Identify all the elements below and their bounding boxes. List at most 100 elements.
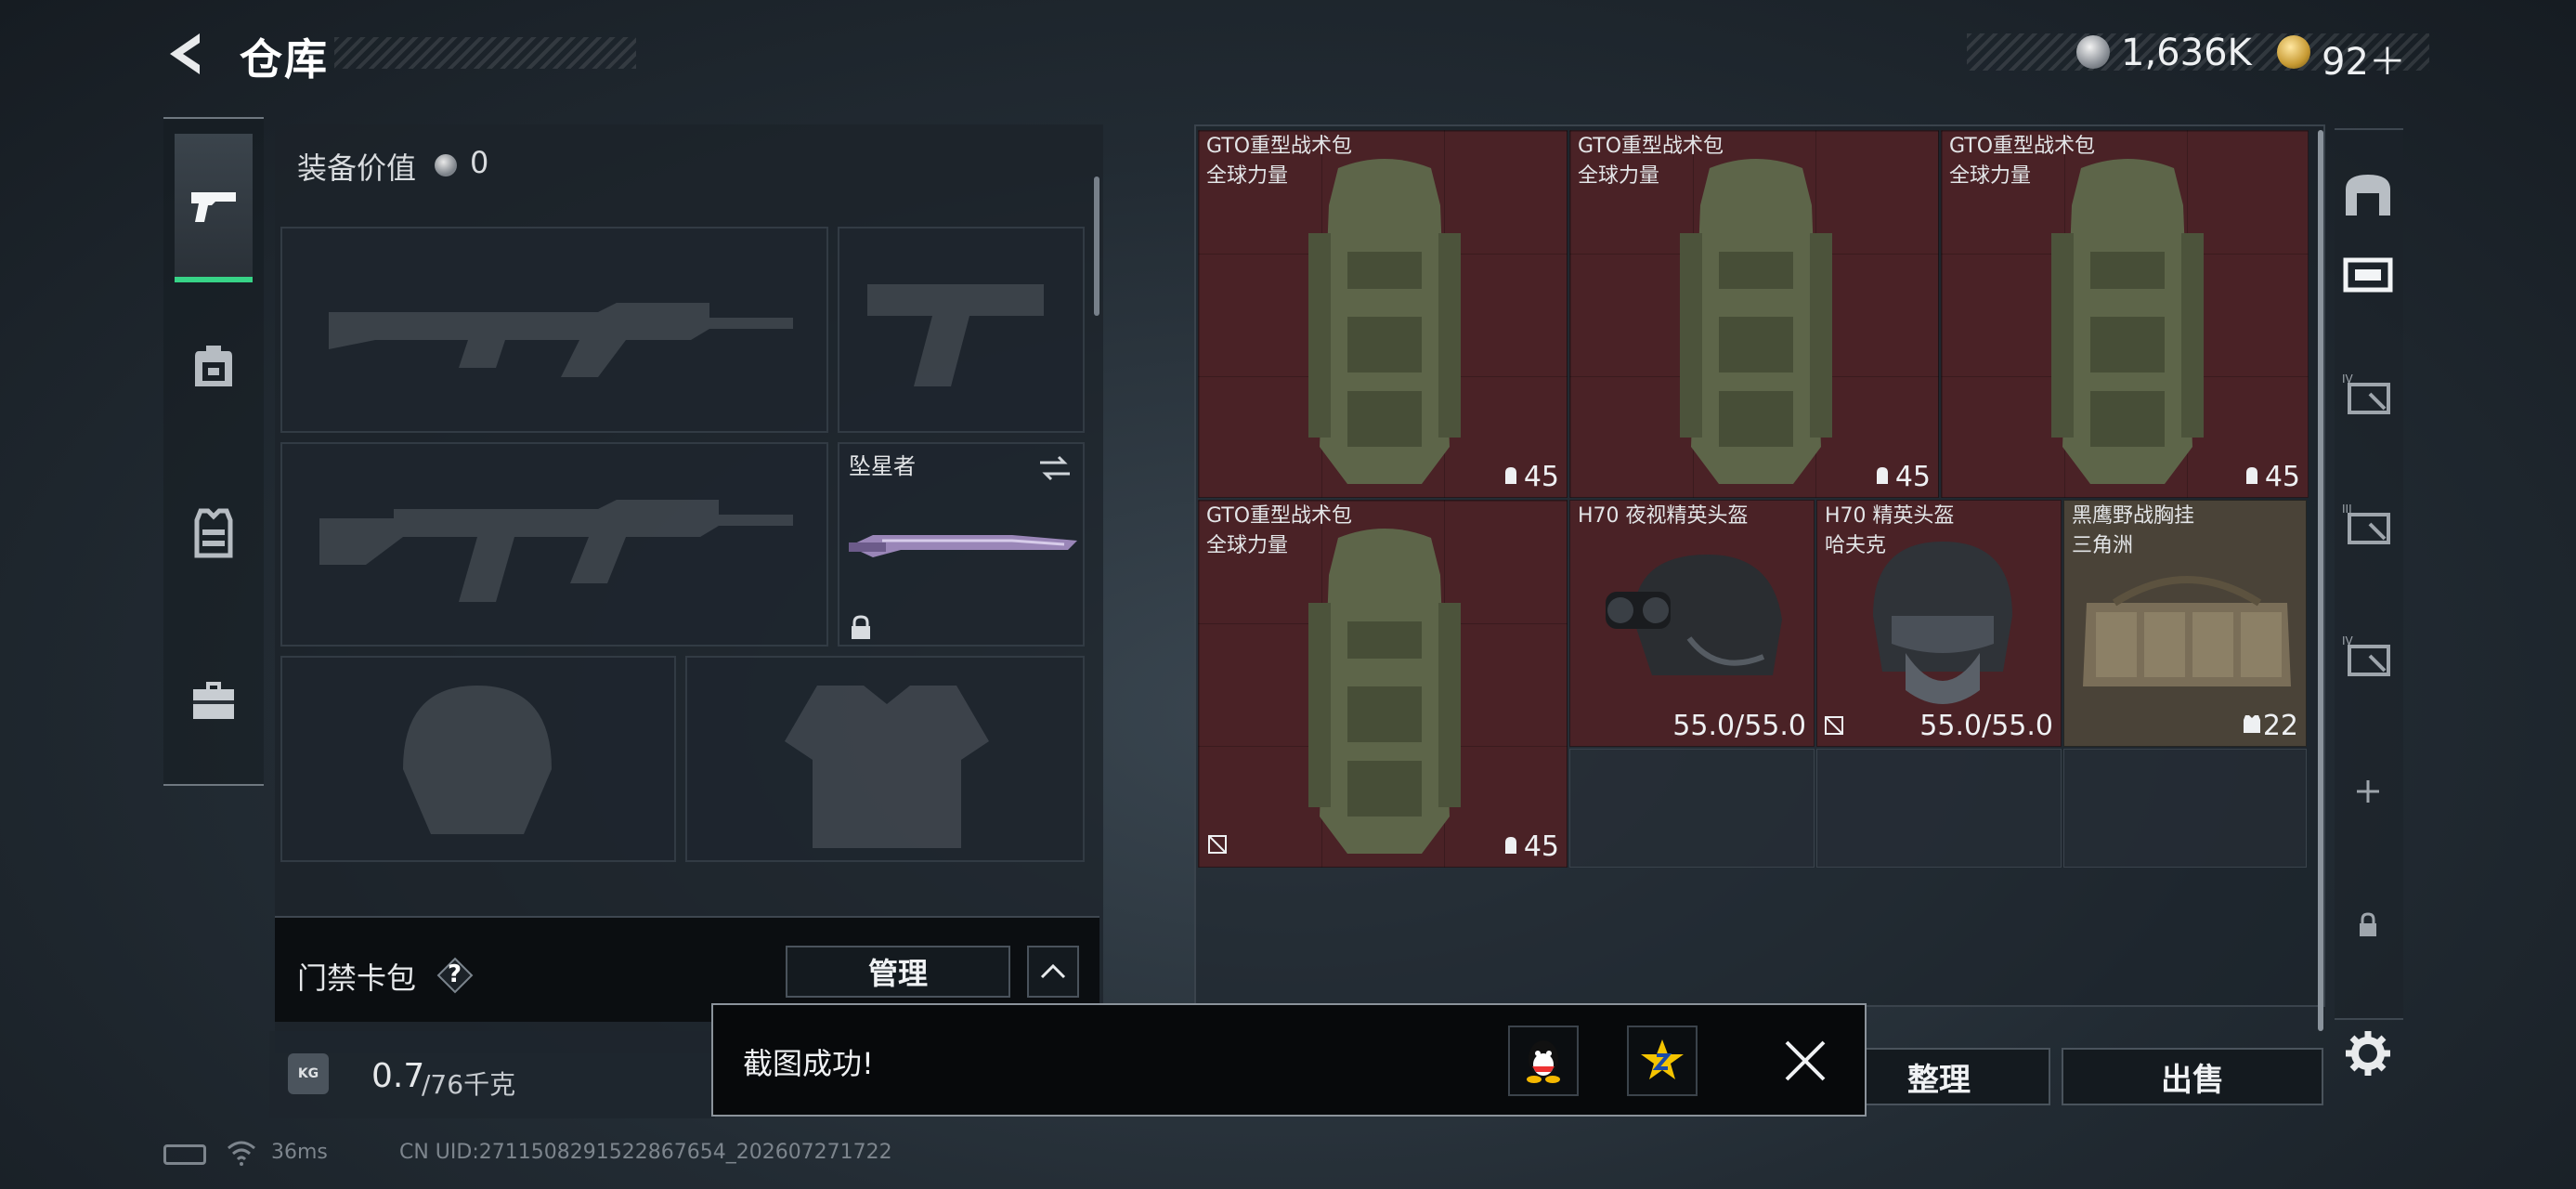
weight-capacity-icon: [1505, 467, 1516, 484]
inventory-scrollbar[interactable]: [2318, 130, 2323, 1031]
qzone-icon: [1641, 1039, 1684, 1079]
qq-share-button[interactable]: [1508, 1026, 1579, 1096]
lock-icon[interactable]: [2340, 897, 2396, 953]
empty-cell[interactable]: [1816, 749, 2062, 868]
weight-max: /76千克: [422, 1069, 516, 1100]
item-name: H70 夜视精英头盔: [1578, 504, 1749, 528]
title-decoration: [334, 37, 636, 69]
rifle-silhouette-icon: [329, 303, 793, 377]
inventory-item[interactable]: GTO重型战术包 全球力量 45: [1941, 130, 2309, 498]
close-toast-button[interactable]: [1776, 1031, 1835, 1091]
tab-case[interactable]: [175, 626, 253, 775]
battery-icon: [163, 1144, 206, 1165]
item-brand: 全球力量: [1206, 164, 1289, 188]
close-icon: [1785, 1040, 1826, 1081]
item-capacity: 45: [1894, 461, 1931, 493]
storage-iii-icon[interactable]: III: [2340, 496, 2396, 552]
pistol-slot[interactable]: [838, 227, 1085, 433]
no-insure-icon: [1208, 835, 1227, 854]
safe-icon[interactable]: [2340, 167, 2396, 223]
lock-icon: [852, 615, 870, 639]
item-brand: 全球力量: [1949, 164, 2032, 188]
item-name: 黑鹰野战胸挂: [2072, 504, 2195, 528]
chest-rig-icon: [2083, 576, 2291, 686]
qq-icon: [1527, 1040, 1560, 1083]
coin-icon: [2076, 35, 2110, 69]
back-arrow-icon: [170, 33, 200, 74]
manage-button[interactable]: 管理: [786, 946, 1010, 998]
backpack-icon: [1680, 159, 1832, 484]
pistol-silhouette-icon: [867, 284, 1044, 386]
wifi-icon: [227, 1139, 256, 1167]
weight-capacity-icon: [1505, 837, 1516, 854]
vest-slot-icon: [2244, 715, 2260, 733]
coin-balance: 1,636K: [2121, 32, 2252, 74]
item-durability: 55.0/55.0: [1672, 710, 1806, 742]
storage-icon[interactable]: [2340, 245, 2396, 301]
inventory-item[interactable]: GTO重型战术包 全球力量 45: [1198, 130, 1568, 498]
item-brand: 三角洲: [2072, 534, 2134, 557]
storage-iv-icon[interactable]: IV: [2340, 366, 2396, 422]
gold-coin-balance[interactable]: 92＋: [2322, 32, 2406, 85]
helmet-icon: [1873, 542, 2012, 704]
tab-weapons[interactable]: [175, 134, 253, 282]
weight-capacity-icon: [2246, 467, 2257, 484]
inventory-item[interactable]: 黑鹰野战胸挂 三角洲 22: [2063, 500, 2307, 747]
helmet-slot[interactable]: [280, 656, 676, 862]
case-icon: [193, 682, 234, 719]
help-glyph: ?: [448, 960, 462, 988]
category-sidebar: [163, 117, 264, 786]
page-title: 仓库: [240, 34, 329, 85]
weight-current: 0.7: [371, 1057, 425, 1095]
item-capacity: 45: [2264, 461, 2300, 493]
item-brand: 全球力量: [1578, 164, 1660, 188]
empty-cell[interactable]: [1569, 749, 1815, 868]
secondary-weapon-slot[interactable]: [280, 442, 828, 647]
melee-slot[interactable]: 坠星者: [838, 442, 1085, 647]
empty-cell[interactable]: [2063, 749, 2307, 868]
qzone-share-button[interactable]: [1627, 1026, 1698, 1096]
expand-button[interactable]: [1027, 946, 1079, 998]
add-icon[interactable]: [2340, 764, 2396, 819]
primary-weapon-slot[interactable]: [280, 227, 828, 433]
swap-icon[interactable]: [1036, 453, 1073, 483]
inventory-item[interactable]: H70 精英头盔 哈夫克 55.0/55.0: [1816, 500, 2062, 747]
inventory-item[interactable]: H70 夜视精英头盔 55.0/55.0: [1569, 500, 1815, 747]
inventory-item[interactable]: GTO重型战术包 全球力量 45: [1569, 130, 1939, 498]
tab-backpack[interactable]: [175, 292, 253, 440]
rifle-silhouette-icon: [319, 500, 793, 602]
item-capacity: 45: [1523, 830, 1559, 863]
knife-icon: [849, 535, 1077, 557]
backpack-icon: [195, 346, 232, 386]
item-brand: 全球力量: [1206, 534, 1289, 557]
equipment-value: 0: [470, 145, 489, 180]
item-capacity: 45: [1523, 461, 1559, 493]
equipment-scrollbar[interactable]: [1094, 176, 1099, 316]
item-durability: 55.0/55.0: [1919, 710, 2053, 742]
help-icon[interactable]: ?: [436, 957, 474, 994]
access-card-label: 门禁卡包: [297, 960, 417, 996]
sell-button[interactable]: 出售: [2062, 1048, 2323, 1105]
toast-message: 截图成功!: [743, 1046, 874, 1081]
armor-silhouette-icon: [785, 686, 989, 848]
storage-iv-icon[interactable]: IV: [2340, 628, 2396, 684]
armor-slot[interactable]: [685, 656, 1085, 862]
tab-vest[interactable]: [175, 459, 253, 608]
weight-capacity-icon: [1877, 467, 1888, 484]
gold-coin-icon: [2277, 35, 2310, 69]
no-insure-icon: [1825, 716, 1843, 735]
equipment-value-label: 装备价值: [297, 150, 417, 186]
item-name: H70 精英头盔: [1825, 504, 1955, 528]
melee-item-name: 坠星者: [849, 453, 916, 479]
coin-icon: [435, 154, 457, 176]
helmet-silhouette-icon: [403, 686, 552, 834]
ping-text: 36ms: [271, 1141, 328, 1164]
weight-icon: KG: [288, 1053, 329, 1094]
uid-text: CN UID:2711508291522867654_202607271722: [399, 1141, 892, 1164]
chevron-up-icon: [1040, 963, 1066, 979]
back-button[interactable]: [163, 28, 215, 80]
item-capacity: 22: [2262, 710, 2298, 742]
backpack-icon: [1308, 159, 1461, 484]
inventory-item[interactable]: GTO重型战术包 全球力量 45: [1198, 500, 1568, 868]
settings-icon[interactable]: [2340, 1026, 2396, 1081]
